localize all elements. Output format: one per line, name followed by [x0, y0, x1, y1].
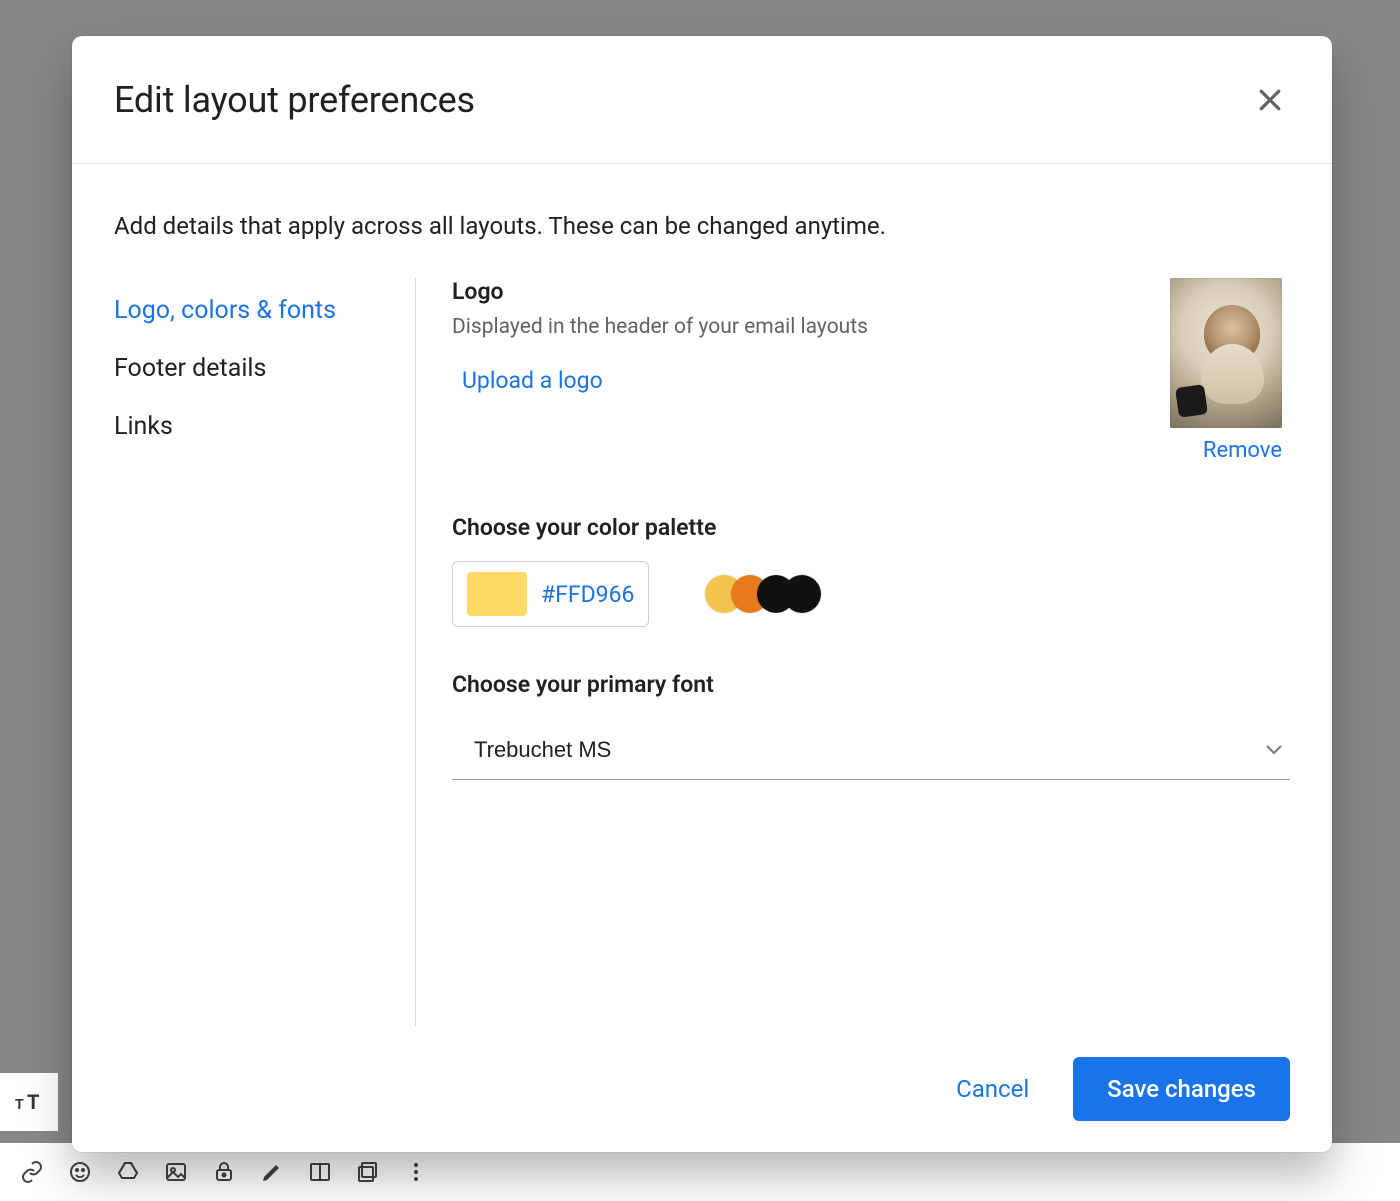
dialog-header: Edit layout preferences — [72, 36, 1332, 164]
sidebar-item-links[interactable]: Links — [114, 398, 415, 456]
dialog-footer: Cancel Save changes — [72, 1026, 1332, 1152]
text-size-icon: T T — [15, 1090, 43, 1114]
palette-dot — [783, 575, 821, 613]
svg-text:T: T — [27, 1090, 39, 1114]
dialog-intro: Add details that apply across all layout… — [114, 212, 1290, 240]
cancel-button[interactable]: Cancel — [948, 1065, 1037, 1113]
color-hex-value: #FFD966 — [541, 581, 634, 608]
svg-text:T: T — [15, 1097, 24, 1113]
image-icon[interactable] — [164, 1160, 188, 1184]
pen-icon[interactable] — [260, 1160, 284, 1184]
font-select-value: Trebuchet MS — [474, 737, 611, 763]
sidebar-item-footer-details[interactable]: Footer details — [114, 340, 415, 398]
chevron-down-icon — [1266, 745, 1282, 755]
save-changes-button[interactable]: Save changes — [1073, 1057, 1290, 1121]
sidebar-item-logo-colors-fonts[interactable]: Logo, colors & fonts — [114, 282, 415, 340]
font-section: Choose your primary font Trebuchet MS — [452, 671, 1290, 780]
dialog-body: Add details that apply across all layout… — [72, 164, 1332, 1026]
link-icon[interactable] — [20, 1160, 44, 1184]
color-palette-section: Choose your color palette #FFD966 — [452, 514, 1290, 627]
close-button[interactable] — [1250, 80, 1290, 120]
font-select[interactable]: Trebuchet MS — [452, 720, 1290, 780]
palette-preset-dots[interactable] — [705, 575, 821, 613]
palette-heading: Choose your color palette — [452, 514, 1290, 541]
emoji-icon[interactable] — [68, 1160, 92, 1184]
palette-row: #FFD966 — [452, 561, 1290, 627]
logo-heading: Logo — [452, 278, 1290, 305]
drive-icon[interactable] — [116, 1160, 140, 1184]
layout-icon[interactable] — [308, 1160, 332, 1184]
logo-preview-image — [1170, 278, 1282, 428]
remove-logo-button[interactable]: Remove — [1203, 438, 1282, 463]
preferences-main: Logo Displayed in the header of your ema… — [416, 278, 1290, 1026]
close-icon — [1255, 85, 1285, 115]
logo-section: Logo Displayed in the header of your ema… — [452, 278, 1290, 468]
color-swatch — [467, 572, 527, 616]
more-icon[interactable] — [404, 1160, 428, 1184]
text-size-button[interactable]: T T — [0, 1073, 58, 1131]
preferences-sidebar: Logo, colors & fonts Footer details Link… — [114, 278, 416, 1026]
template-icon[interactable] — [356, 1160, 380, 1184]
dialog-title: Edit layout preferences — [114, 79, 475, 121]
upload-logo-button[interactable]: Upload a logo — [452, 363, 613, 398]
color-swatch-input[interactable]: #FFD966 — [452, 561, 649, 627]
logo-description: Displayed in the header of your email la… — [452, 315, 1290, 339]
dialog-columns: Logo, colors & fonts Footer details Link… — [114, 278, 1290, 1026]
confidential-icon[interactable] — [212, 1160, 236, 1184]
edit-layout-preferences-dialog: Edit layout preferences Add details that… — [72, 36, 1332, 1152]
font-heading: Choose your primary font — [452, 671, 1290, 698]
